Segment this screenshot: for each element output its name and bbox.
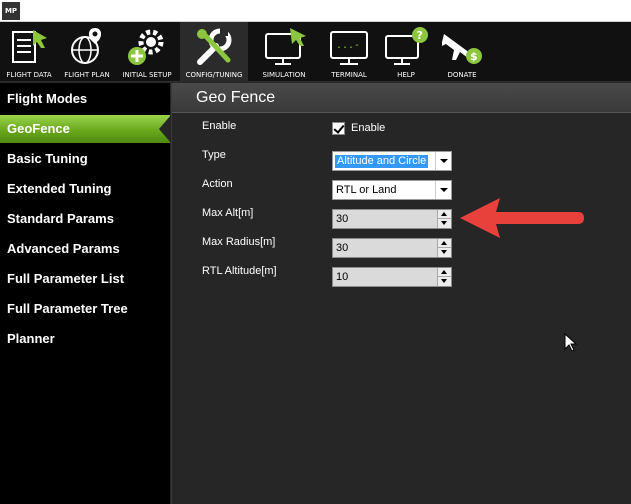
annotation-arrow-icon	[460, 198, 584, 238]
max-radius-value[interactable]: 30	[336, 242, 348, 255]
toolbar-label: INITIAL SETUP	[122, 71, 172, 79]
rtl-altitude-stepper[interactable]: 10	[332, 267, 452, 287]
decrement-icon[interactable]	[438, 248, 451, 257]
title-bar: MP	[0, 0, 631, 22]
toolbar-label: TERMINAL	[331, 71, 367, 79]
help-icon: ?	[385, 27, 428, 65]
rtl-altitude-label: RTL Altitude[m]	[202, 265, 277, 277]
config-tuning-icon	[197, 28, 232, 65]
toolbar-donate-button[interactable]: $ DONATE	[434, 22, 490, 82]
rtl-altitude-spin-buttons	[437, 268, 451, 286]
increment-icon[interactable]	[438, 268, 451, 277]
action-label: Action	[202, 178, 233, 190]
toolbar-terminal-button[interactable]: ...‑ TERMINAL	[318, 22, 380, 82]
type-label: Type	[202, 149, 226, 161]
geofence-panel: Geo Fence Enable Enable Type Altitude an…	[171, 83, 631, 504]
terminal-icon: ...‑	[330, 31, 368, 65]
sidebar-item-advanced-params[interactable]: Advanced Params	[0, 235, 170, 263]
toolbar-flight-plan-button[interactable]: FLIGHT PLAN	[58, 22, 116, 82]
type-select-value: Altitude and Circle	[335, 155, 429, 168]
main-toolbar: FLIGHT DATA FLIGHT PLAN INITIAL SETUP CO…	[0, 22, 631, 82]
decrement-icon[interactable]	[438, 219, 451, 228]
action-select[interactable]: RTL or Land	[332, 180, 452, 200]
flight-data-icon	[12, 30, 47, 63]
toolbar-label: SIMULATION	[262, 71, 306, 79]
svg-text:$: $	[470, 50, 478, 63]
svg-text:?: ?	[417, 29, 423, 42]
max-alt-value[interactable]: 30	[336, 213, 348, 226]
toolbar-label: HELP	[397, 71, 415, 79]
max-alt-label: Max Alt[m]	[202, 207, 254, 219]
sidebar-item-planner[interactable]: Planner	[0, 325, 170, 353]
simulation-icon	[265, 28, 306, 65]
max-radius-label: Max Radius[m]	[202, 236, 276, 248]
enable-checkbox[interactable]	[332, 122, 345, 135]
type-select[interactable]: Altitude and Circle	[332, 151, 452, 171]
increment-icon[interactable]	[438, 210, 451, 219]
sidebar-item-full-parameter-tree[interactable]: Full Parameter Tree	[0, 295, 170, 323]
initial-setup-icon	[128, 29, 164, 65]
max-alt-stepper[interactable]: 30	[332, 209, 452, 229]
toolbar-initial-setup-button[interactable]: INITIAL SETUP	[116, 22, 178, 82]
enable-label: Enable	[202, 120, 237, 132]
max-radius-stepper[interactable]: 30	[332, 238, 452, 258]
svg-text:...‑: ...‑	[336, 40, 360, 51]
toolbar-flight-data-button[interactable]: FLIGHT DATA	[0, 22, 58, 82]
toolbar-label: DONATE	[447, 71, 477, 79]
app-logo-icon: MP	[2, 2, 20, 20]
enable-checkbox-label[interactable]: Enable	[351, 122, 385, 134]
max-alt-spin-buttons	[437, 210, 451, 228]
toolbar-label: FLIGHT DATA	[6, 71, 52, 79]
chevron-down-icon[interactable]	[435, 181, 451, 199]
flight-plan-icon	[71, 28, 102, 64]
rtl-altitude-value[interactable]: 10	[336, 271, 348, 284]
toolbar-simulation-button[interactable]: SIMULATION	[252, 22, 316, 82]
toolbar-config-tuning-button[interactable]: CONFIG/TUNING	[180, 22, 248, 82]
sidebar: Flight Modes GeoFence Basic Tuning Exten…	[0, 83, 171, 504]
sidebar-item-geofence[interactable]: GeoFence	[0, 115, 171, 143]
max-radius-spin-buttons	[437, 239, 451, 257]
chevron-down-icon[interactable]	[435, 152, 451, 170]
sidebar-item-standard-params[interactable]: Standard Params	[0, 205, 170, 233]
decrement-icon[interactable]	[438, 277, 451, 286]
sidebar-item-extended-tuning[interactable]: Extended Tuning	[0, 175, 170, 203]
sidebar-item-basic-tuning[interactable]: Basic Tuning	[0, 145, 170, 173]
increment-icon[interactable]	[438, 239, 451, 248]
toolbar-label: CONFIG/TUNING	[185, 71, 243, 79]
sidebar-item-full-parameter-list[interactable]: Full Parameter List	[0, 265, 170, 293]
toolbar-label: FLIGHT PLAN	[64, 71, 110, 79]
mouse-cursor-icon	[564, 333, 578, 352]
donate-icon: $	[442, 34, 482, 64]
panel-header: Geo Fence	[172, 83, 631, 113]
action-select-value: RTL or Land	[336, 184, 397, 196]
toolbar-help-button[interactable]: ? HELP	[380, 22, 432, 82]
page-title: Geo Fence	[196, 89, 276, 106]
sidebar-item-flight-modes[interactable]: Flight Modes	[0, 85, 170, 113]
